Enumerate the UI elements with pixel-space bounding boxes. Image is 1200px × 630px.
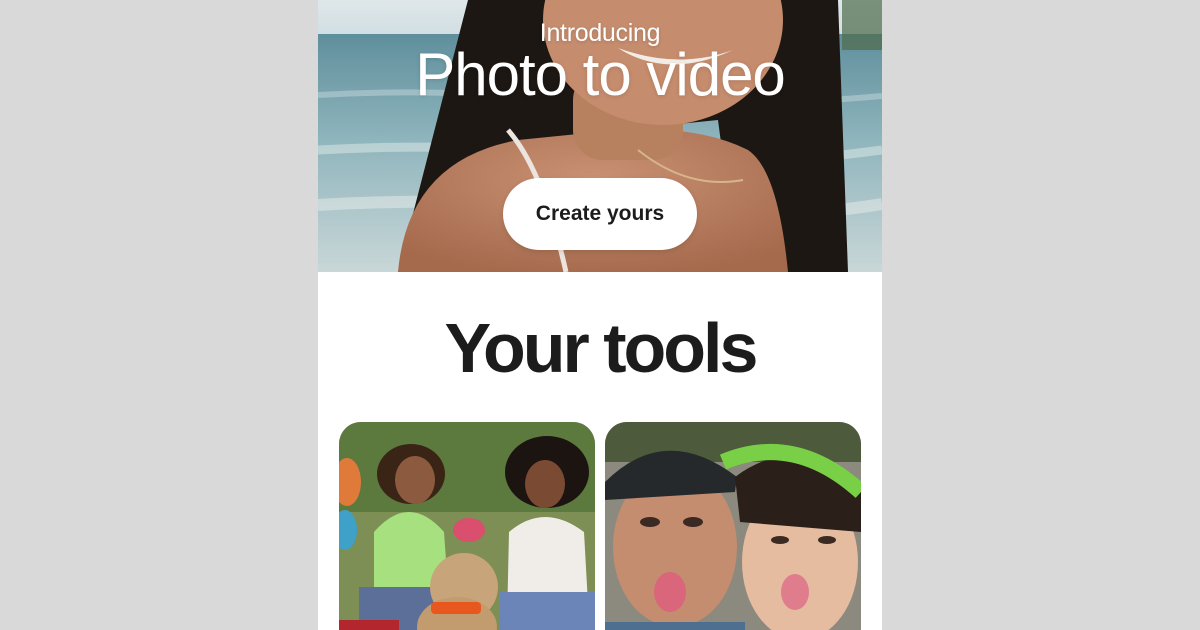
promo-panel: Introducing Photo to video Create yours … bbox=[318, 0, 882, 630]
hero-banner: Introducing Photo to video Create yours bbox=[318, 0, 882, 272]
selfie-photo bbox=[605, 422, 861, 630]
tool-card-friends[interactable] bbox=[339, 422, 595, 630]
friends-photo bbox=[339, 422, 595, 630]
hero-title: Photo to video bbox=[415, 41, 786, 108]
tool-card-selfie[interactable] bbox=[605, 422, 861, 630]
section-title: Your tools bbox=[444, 309, 759, 387]
create-yours-button[interactable]: Create yours bbox=[503, 178, 697, 250]
